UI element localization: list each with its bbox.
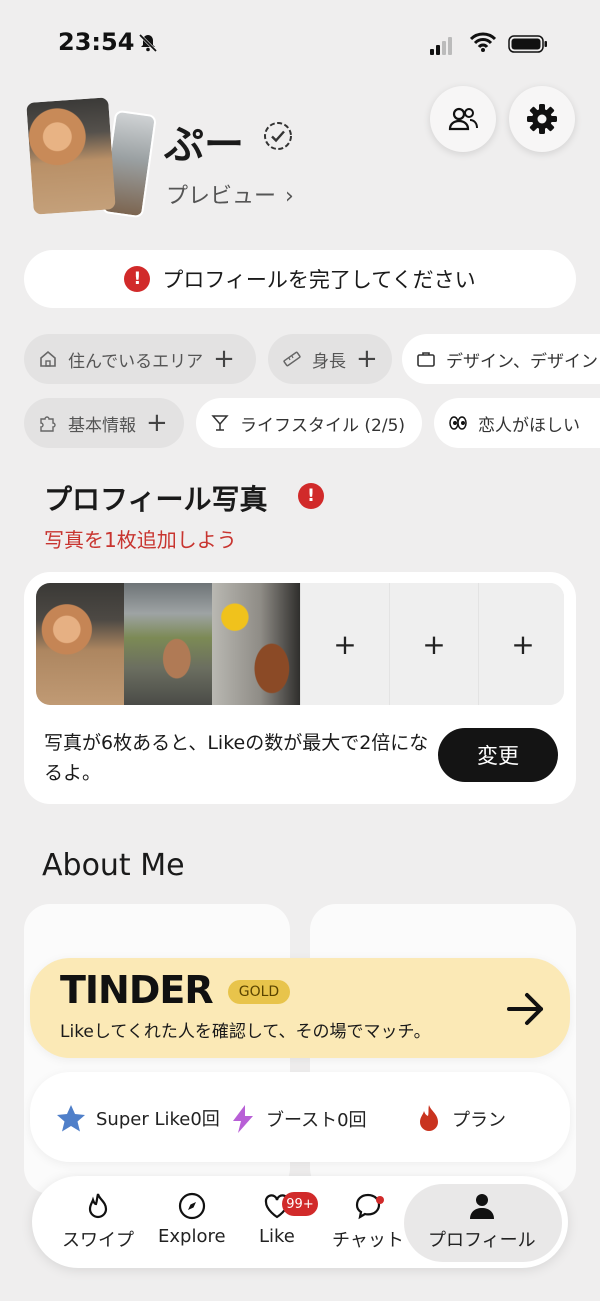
verified-badge-icon[interactable] [262, 120, 294, 152]
like-count-badge: 99+ [282, 1192, 318, 1216]
complete-profile-banner[interactable]: ! プロフィールを完了してください [24, 250, 576, 308]
flame-outline-icon [88, 1193, 108, 1219]
bell-muted-icon [138, 33, 158, 53]
chip-label: 身長 [312, 351, 346, 372]
chip-label: 住んでいるエリア [68, 351, 204, 372]
photo-slot-1[interactable] [36, 583, 124, 705]
add-photo-button[interactable]: + [478, 583, 564, 705]
signal-icon [430, 36, 454, 55]
alert-icon: ! [124, 266, 151, 292]
tab-label: スワイプ [62, 1230, 134, 1251]
profile-name: ぷー [164, 122, 244, 168]
chip-label: 恋人がほしい [478, 415, 580, 436]
boost-count[interactable]: ブースト0回 [230, 1104, 367, 1134]
chip-job[interactable]: デザイン、デザイン [402, 334, 600, 384]
compass-icon [178, 1192, 205, 1220]
settings-button[interactable] [509, 86, 575, 152]
puzzle-icon [40, 416, 56, 432]
lightning-icon [233, 1105, 253, 1133]
plus-icon: + [146, 408, 168, 438]
status-time: 23:54 [58, 28, 135, 56]
chat-unread-dot [376, 1196, 384, 1204]
tinder-logo-text: TINDER [60, 968, 214, 1012]
photos-section-title: プロフィール写真 [44, 483, 268, 516]
chip-residence-area[interactable]: 住んでいるエリア + [24, 334, 256, 384]
chip-basic-info[interactable]: 基本情報 + [24, 398, 184, 448]
briefcase-icon [417, 352, 435, 367]
star-icon [57, 1105, 85, 1132]
battery-icon [508, 35, 547, 53]
ruler-icon [283, 351, 301, 367]
tab-swipe[interactable]: スワイプ [62, 1192, 134, 1252]
photo-grid: + + + [36, 583, 564, 705]
photos-section-subtitle: 写真を1枚追加しよう [44, 528, 237, 552]
super-like-label: Super Like0回 [96, 1109, 220, 1130]
chip-label: ライフスタイル (2/5) [240, 415, 406, 436]
change-photos-button[interactable]: 変更 [438, 728, 558, 782]
photo-slot-3[interactable] [212, 583, 300, 705]
plus-icon: + [356, 344, 378, 374]
profile-avatar[interactable] [24, 96, 164, 220]
friends-button[interactable] [430, 86, 496, 152]
photo-slot-2[interactable] [124, 583, 212, 705]
tab-label: プロフィール [428, 1230, 536, 1251]
chip-height[interactable]: 身長 + [268, 334, 392, 384]
chip-lifestyle[interactable]: ライフスタイル (2/5) [196, 398, 422, 448]
home-icon [40, 350, 56, 367]
people-icon [448, 107, 478, 131]
wifi-icon [470, 32, 496, 52]
plus-icon: + [213, 344, 235, 374]
chip-looking-for[interactable]: 恋人がほしい [434, 398, 600, 448]
add-photo-button[interactable]: + [389, 583, 478, 705]
cocktail-icon [211, 415, 229, 431]
gold-badge: GOLD [228, 980, 290, 1004]
complete-profile-text: プロフィールを完了してください [162, 268, 476, 292]
eyes-icon [449, 416, 467, 430]
super-like-count[interactable]: Super Like0回 [56, 1104, 220, 1132]
tab-label: Like [259, 1226, 295, 1247]
tab-chat[interactable]: チャット [332, 1192, 404, 1252]
tab-profile[interactable]: プロフィール [428, 1192, 536, 1252]
preview-link[interactable]: プレビュー › [166, 178, 294, 210]
tab-label: チャット [332, 1230, 404, 1251]
person-icon [469, 1194, 494, 1219]
alert-icon: ! [298, 483, 324, 509]
about-me-title: About Me [42, 848, 185, 883]
flame-icon [420, 1105, 438, 1131]
gear-icon [527, 104, 557, 134]
chip-label: 基本情報 [68, 415, 136, 436]
plan-label: プラン [452, 1110, 506, 1131]
chevron-right-icon: › [285, 184, 294, 209]
boost-label: ブースト0回 [266, 1110, 367, 1131]
tab-label: Explore [158, 1226, 226, 1247]
arrow-right-icon[interactable] [505, 988, 547, 1030]
preview-label: プレビュー [166, 184, 277, 209]
chip-label: デザイン、デザイン [446, 351, 598, 372]
plan-button[interactable]: プラン [416, 1104, 506, 1134]
avatar-main-photo [26, 97, 116, 215]
gold-description: Likeしてくれた人を確認して、その場でマッチ。 [60, 1022, 431, 1042]
tab-explore[interactable]: Explore [158, 1192, 226, 1247]
photos-tip-text: 写真が6枚あると、Likeの数が最大で2倍になるよ。 [44, 732, 429, 784]
add-photo-button[interactable]: + [300, 583, 389, 705]
